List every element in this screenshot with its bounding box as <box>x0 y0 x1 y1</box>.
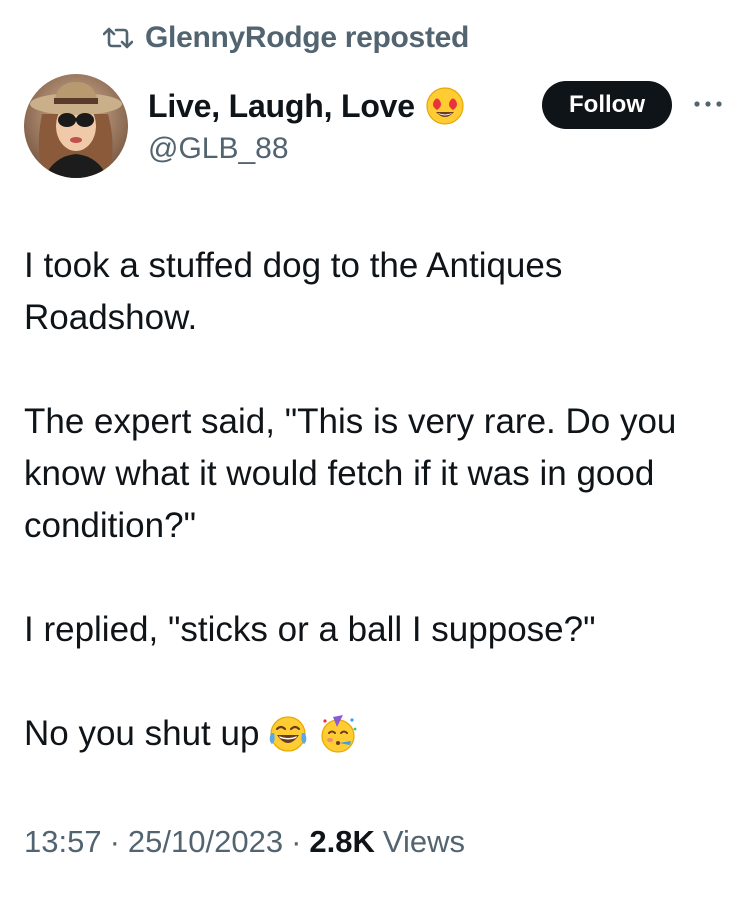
repost-icon <box>103 23 133 53</box>
meta-separator: · <box>291 824 302 859</box>
tweet-time[interactable]: 13:57 <box>24 824 102 860</box>
tweet-page: GlennyRodge reposted Live, Laugh, Love @… <box>0 0 750 898</box>
follow-button[interactable]: Follow <box>542 81 672 129</box>
tweet-text: I took a stuffed dog to the Antiques Roa… <box>24 240 724 760</box>
tweet-paragraph: The expert said, "This is very rare. Do … <box>24 402 677 545</box>
partying-face-emoji-icon <box>317 713 359 755</box>
author-name-row[interactable]: Live, Laugh, Love <box>148 84 465 128</box>
display-name[interactable]: Live, Laugh, Love <box>148 88 415 125</box>
repost-text: GlennyRodge reposted <box>145 21 470 54</box>
views-count[interactable]: 2.8K <box>309 824 374 860</box>
tweet-paragraph-last: No you shut up <box>24 708 724 760</box>
tweet-meta: 13:57 · 25/10/2023 · 2.8K Views <box>24 824 465 860</box>
repost-context[interactable]: GlennyRodge reposted <box>103 20 469 56</box>
tweet-paragraph: I took a stuffed dog to the Antiques Roa… <box>24 246 563 337</box>
meta-separator: · <box>109 824 120 859</box>
author-handle[interactable]: @GLB_88 <box>148 132 289 166</box>
tweet-last-line-text: No you shut up <box>24 714 260 753</box>
tears-of-joy-emoji-icon <box>267 713 309 755</box>
more-icon[interactable] <box>692 92 724 116</box>
heart-eyes-emoji-icon <box>425 86 465 126</box>
tweet-date[interactable]: 25/10/2023 <box>128 824 283 860</box>
views-label: Views <box>382 824 466 859</box>
tweet-paragraph: I replied, "sticks or a ball I suppose?" <box>24 610 596 649</box>
avatar[interactable] <box>24 74 128 178</box>
